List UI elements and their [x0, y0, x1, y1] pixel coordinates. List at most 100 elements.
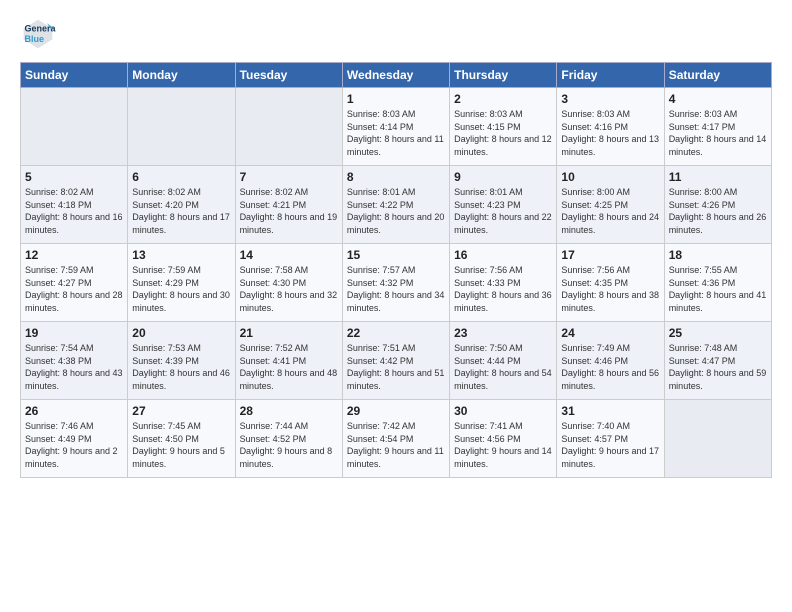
calendar-week-row: 12 Sunrise: 7:59 AMSunset: 4:27 PMDayligh…: [21, 244, 772, 322]
day-number: 7: [240, 170, 338, 184]
day-number: 23: [454, 326, 552, 340]
day-number: 12: [25, 248, 123, 262]
weekday-header-wednesday: Wednesday: [342, 63, 449, 88]
sunrise-text: Sunrise: 8:03 AM: [454, 108, 552, 121]
daylight-text: Daylight: 9 hours and 14 minutes.: [454, 445, 552, 470]
daylight-text: Daylight: 8 hours and 26 minutes.: [669, 211, 767, 236]
day-number: 8: [347, 170, 445, 184]
daylight-text: Daylight: 8 hours and 11 minutes.: [347, 133, 445, 158]
calendar-cell: 22Sunrise: 7:51 AMSunset: 4:42 PMDayligh…: [342, 322, 449, 400]
weekday-header-thursday: Thursday: [450, 63, 557, 88]
sunset-text: Sunset: 4:35 PM: [561, 277, 659, 290]
sunset-text: Sunset: 4:22 PM: [347, 199, 445, 212]
sunrise-text: Sunrise: 7:41 AM: [454, 420, 552, 433]
sunrise-text: Sunrise: 7:48 AM: [669, 342, 767, 355]
sunset-text: Sunset: 4:46 PM: [561, 355, 659, 368]
day-info: Sunrise: 7:50 AMSunset: 4:44 PMDaylight:…: [454, 342, 552, 392]
day-info: Sunrise: 7:57 AMSunset: 4:32 PMDaylight:…: [347, 264, 445, 314]
daylight-text: Daylight: 8 hours and 36 minutes.: [454, 289, 552, 314]
day-number: 3: [561, 92, 659, 106]
day-info: Sunrise: 7:49 AMSunset: 4:46 PMDaylight:…: [561, 342, 659, 392]
calendar-cell: 21Sunrise: 7:52 AMSunset: 4:41 PMDayligh…: [235, 322, 342, 400]
day-info: Sunrise: 7:42 AMSunset: 4:54 PMDaylight:…: [347, 420, 445, 470]
sunset-text: Sunset: 4:47 PM: [669, 355, 767, 368]
day-number: 24: [561, 326, 659, 340]
calendar-cell: 4Sunrise: 8:03 AMSunset: 4:17 PMDaylight…: [664, 88, 771, 166]
sunset-text: Sunset: 4:56 PM: [454, 433, 552, 446]
daylight-text: Daylight: 9 hours and 17 minutes.: [561, 445, 659, 470]
sunset-text: Sunset: 4:33 PM: [454, 277, 552, 290]
day-info: Sunrise: 7:59 AMSunset: 4:27 PMDaylight:…: [25, 264, 123, 314]
page: General Blue SundayMondayTuesdayWednesda…: [0, 0, 792, 612]
calendar-week-row: 26Sunrise: 7:46 AMSunset: 4:49 PMDayligh…: [21, 400, 772, 478]
day-info: Sunrise: 7:52 AMSunset: 4:41 PMDaylight:…: [240, 342, 338, 392]
calendar-cell: 25Sunrise: 7:48 AMSunset: 4:47 PMDayligh…: [664, 322, 771, 400]
weekday-header-friday: Friday: [557, 63, 664, 88]
sunrise-text: Sunrise: 7:55 AM: [669, 264, 767, 277]
daylight-text: Daylight: 8 hours and 59 minutes.: [669, 367, 767, 392]
svg-text:Blue: Blue: [25, 34, 45, 44]
sunrise-text: Sunrise: 7:57 AM: [347, 264, 445, 277]
daylight-text: Daylight: 8 hours and 20 minutes.: [347, 211, 445, 236]
day-info: Sunrise: 7:48 AMSunset: 4:47 PMDaylight:…: [669, 342, 767, 392]
calendar-cell: 20Sunrise: 7:53 AMSunset: 4:39 PMDayligh…: [128, 322, 235, 400]
sunset-text: Sunset: 4:20 PM: [132, 199, 230, 212]
daylight-text: Daylight: 8 hours and 34 minutes.: [347, 289, 445, 314]
daylight-text: Daylight: 9 hours and 2 minutes.: [25, 445, 123, 470]
day-info: Sunrise: 7:56 AMSunset: 4:33 PMDaylight:…: [454, 264, 552, 314]
sunset-text: Sunset: 4:39 PM: [132, 355, 230, 368]
day-number: 31: [561, 404, 659, 418]
calendar-cell: [21, 88, 128, 166]
calendar-cell: 1Sunrise: 8:03 AMSunset: 4:14 PMDaylight…: [342, 88, 449, 166]
sunset-text: Sunset: 4:44 PM: [454, 355, 552, 368]
daylight-text: Daylight: 8 hours and 38 minutes.: [561, 289, 659, 314]
calendar-week-row: 5Sunrise: 8:02 AMSunset: 4:18 PMDaylight…: [21, 166, 772, 244]
sunrise-text: Sunrise: 8:02 AM: [240, 186, 338, 199]
calendar-cell: 23 Sunrise: 7:50 AMSunset: 4:44 PMDayligh…: [450, 322, 557, 400]
logo: General Blue: [20, 16, 60, 52]
calendar-cell: 10Sunrise: 8:00 AMSunset: 4:25 PMDayligh…: [557, 166, 664, 244]
sunset-text: Sunset: 4:49 PM: [25, 433, 123, 446]
sunrise-text: Sunrise: 7:50 AM: [454, 342, 552, 355]
daylight-text: Daylight: 8 hours and 17 minutes.: [132, 211, 230, 236]
weekday-header-saturday: Saturday: [664, 63, 771, 88]
sunrise-text: Sunrise: 8:01 AM: [454, 186, 552, 199]
calendar-cell: 15 Sunrise: 7:57 AMSunset: 4:32 PMDayligh…: [342, 244, 449, 322]
sunset-text: Sunset: 4:18 PM: [25, 199, 123, 212]
day-info: Sunrise: 7:44 AMSunset: 4:52 PMDaylight:…: [240, 420, 338, 470]
sunset-text: Sunset: 4:16 PM: [561, 121, 659, 134]
sunrise-text: Sunrise: 8:02 AM: [25, 186, 123, 199]
sunset-text: Sunset: 4:41 PM: [240, 355, 338, 368]
calendar-cell: [235, 88, 342, 166]
daylight-text: Daylight: 8 hours and 13 minutes.: [561, 133, 659, 158]
day-info: Sunrise: 7:56 AMSunset: 4:35 PMDaylight:…: [561, 264, 659, 314]
day-number: 15: [347, 248, 445, 262]
day-number: 1: [347, 92, 445, 106]
day-info: Sunrise: 7:46 AMSunset: 4:49 PMDaylight:…: [25, 420, 123, 470]
sunrise-text: Sunrise: 7:46 AM: [25, 420, 123, 433]
daylight-text: Daylight: 8 hours and 51 minutes.: [347, 367, 445, 392]
calendar-cell: 7Sunrise: 8:02 AMSunset: 4:21 PMDaylight…: [235, 166, 342, 244]
daylight-text: Daylight: 8 hours and 24 minutes.: [561, 211, 659, 236]
sunrise-text: Sunrise: 7:40 AM: [561, 420, 659, 433]
day-info: Sunrise: 8:02 AMSunset: 4:20 PMDaylight:…: [132, 186, 230, 236]
daylight-text: Daylight: 8 hours and 46 minutes.: [132, 367, 230, 392]
day-info: Sunrise: 8:02 AMSunset: 4:18 PMDaylight:…: [25, 186, 123, 236]
sunset-text: Sunset: 4:15 PM: [454, 121, 552, 134]
sunset-text: Sunset: 4:21 PM: [240, 199, 338, 212]
day-info: Sunrise: 7:59 AMSunset: 4:29 PMDaylight:…: [132, 264, 230, 314]
day-number: 27: [132, 404, 230, 418]
sunrise-text: Sunrise: 8:00 AM: [669, 186, 767, 199]
day-info: Sunrise: 7:55 AMSunset: 4:36 PMDaylight:…: [669, 264, 767, 314]
calendar-cell: 8 Sunrise: 8:01 AMSunset: 4:22 PMDaylight…: [342, 166, 449, 244]
calendar-cell: 18Sunrise: 7:55 AMSunset: 4:36 PMDayligh…: [664, 244, 771, 322]
day-number: 17: [561, 248, 659, 262]
calendar-cell: 6Sunrise: 8:02 AMSunset: 4:20 PMDaylight…: [128, 166, 235, 244]
day-number: 2: [454, 92, 552, 106]
sunset-text: Sunset: 4:29 PM: [132, 277, 230, 290]
sunrise-text: Sunrise: 8:03 AM: [669, 108, 767, 121]
sunrise-text: Sunrise: 8:03 AM: [347, 108, 445, 121]
day-number: 26: [25, 404, 123, 418]
day-number: 10: [561, 170, 659, 184]
sunrise-text: Sunrise: 8:01 AM: [347, 186, 445, 199]
